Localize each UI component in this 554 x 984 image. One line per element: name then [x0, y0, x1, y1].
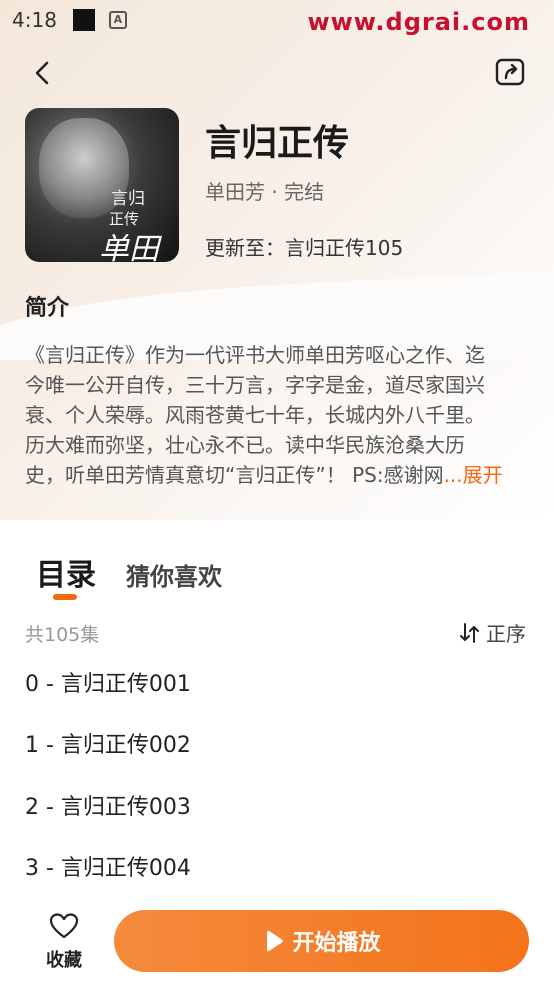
sort-button[interactable]: 正序 — [458, 618, 526, 647]
episode-item[interactable]: 1 - 言归正传002 — [25, 727, 191, 788]
tab-bar: 目录 猜你喜欢 — [36, 550, 222, 600]
book-cover: 言归 正传 单田芳 — [25, 108, 179, 262]
watermark: www.dgrai.com — [307, 8, 530, 36]
intro-line: 衰、个人荣辱。风雨苍黄七十年，长城内外八千里。 — [25, 403, 485, 427]
heart-icon — [49, 913, 79, 939]
a-box-icon: A — [108, 11, 127, 29]
episode-item[interactable]: 2 - 言归正传003 — [25, 789, 191, 850]
intro-line-last: 史，听单田芳情真意切“言归正传”！ PS:感谢网...展开 — [25, 460, 530, 490]
play-icon — [267, 930, 284, 952]
expand-link[interactable]: ...展开 — [444, 463, 503, 487]
tab-catalog[interactable]: 目录 — [36, 550, 96, 600]
start-play-button[interactable]: 开始播放 — [114, 910, 529, 972]
intro-line: 今唯一公开自传，三十万言，字字是金，道尽家国兴 — [25, 373, 485, 397]
intro-line: 《言归正传》作为一代评书大师单田芳呕心之作、迄 — [25, 343, 485, 367]
favorite-label: 收藏 — [46, 950, 82, 971]
sort-label: 正序 — [486, 622, 526, 646]
intro-line: 历大难而弥坚，壮心永不已。读中华民族沧桑大历 — [25, 433, 465, 457]
status-time: 4:18 — [12, 8, 57, 32]
tab-active-indicator — [53, 594, 77, 600]
episode-item[interactable]: 0 - 言归正传001 — [25, 666, 191, 727]
start-play-label: 开始播放 — [292, 931, 381, 956]
tab-catalog-label: 目录 — [36, 558, 96, 593]
cover-title-1: 言归 — [111, 189, 145, 209]
cover-signature: 单田芳 — [99, 232, 159, 262]
intro-text: 《言归正传》作为一代评书大师单田芳呕心之作、迄 今唯一公开自传，三十万言，字字是… — [25, 340, 530, 490]
episode-item[interactable]: 3 - 言归正传004 — [25, 850, 191, 911]
intro-line: 史，听单田芳情真意切“言归正传”！ PS:感谢网 — [25, 463, 444, 487]
sort-icon — [460, 622, 479, 643]
back-button[interactable] — [28, 58, 58, 88]
book-title: 言归正传 — [205, 123, 350, 164]
episode-list: 0 - 言归正传001 1 - 言归正传002 2 - 言归正传003 3 - … — [25, 666, 191, 911]
episode-count: 共105集 — [25, 624, 100, 646]
screen-share-icon[interactable] — [494, 56, 528, 90]
book-author-status[interactable]: 单田芳 · 完结 — [205, 176, 324, 205]
book-update: 更新至：言归正传105 — [205, 236, 404, 260]
tab-recommend[interactable]: 猜你喜欢 — [126, 557, 222, 594]
notification-icon — [72, 9, 95, 31]
favorite-button[interactable]: 收藏 — [38, 912, 90, 972]
intro-heading: 简介 — [25, 296, 70, 321]
